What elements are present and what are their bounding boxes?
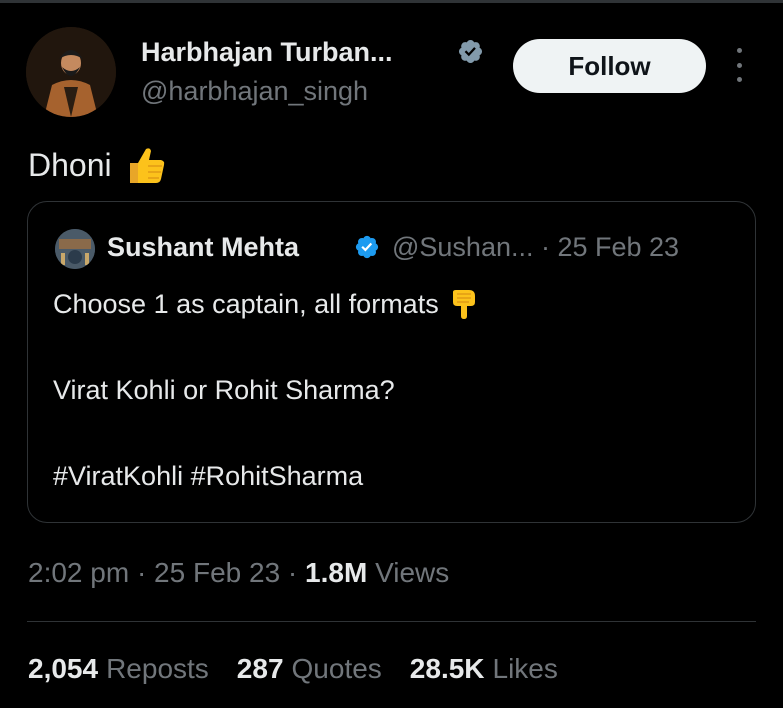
more-options-icon[interactable]	[728, 48, 750, 82]
quotes-count: 287	[236, 653, 284, 684]
tweet-time-date[interactable]: 2:02 pm · 25 Feb 23 ·	[28, 557, 305, 588]
author-name[interactable]: Harbhajan Turban...	[141, 37, 393, 68]
reposts-label: Reposts	[106, 653, 209, 684]
likes-stat[interactable]: 28.5K Likes	[410, 653, 558, 685]
quoted-tweet-card[interactable]: Sushant Mehta @Sushan... · 25 Feb 23 Cho…	[27, 201, 756, 523]
quotes-stat[interactable]: 287 Quotes	[237, 653, 382, 685]
reposts-count: 2,054	[28, 653, 99, 684]
quote-handle-time[interactable]: @Sushan... · 25 Feb 23	[392, 232, 679, 263]
quote-author-name[interactable]: Sushant Mehta	[107, 232, 299, 263]
quote-avatar[interactable]	[55, 229, 95, 269]
follow-button[interactable]: Follow	[513, 39, 706, 93]
quotes-label: Quotes	[291, 653, 382, 684]
top-divider	[0, 0, 783, 3]
tweet-meta: 2:02 pm · 25 Feb 23 · 1.8M Views	[28, 557, 449, 589]
verified-badge-icon	[458, 39, 483, 64]
divider	[27, 621, 756, 622]
views-count: 1.8M	[305, 557, 368, 588]
views-label: Views	[367, 557, 450, 588]
tweet-text-content: Dhoni	[28, 146, 112, 183]
likes-count: 28.5K	[409, 653, 485, 684]
reposts-stat[interactable]: 2,054 Reposts	[28, 653, 209, 685]
thumbs-up-emoji	[129, 148, 164, 183]
author-avatar[interactable]	[26, 27, 116, 117]
quote-line-2: Virat Kohli or Rohit Sharma?	[53, 375, 395, 405]
pointing-down-emoji	[452, 290, 475, 319]
quote-line-1-text: Choose 1 as captain, all formats	[53, 288, 439, 319]
tweet-text: Dhoni	[28, 143, 168, 187]
author-handle[interactable]: @harbhajan_singh	[141, 76, 368, 107]
likes-label: Likes	[492, 653, 558, 684]
quote-line-1: Choose 1 as captain, all formats	[53, 288, 479, 320]
quote-hashtags[interactable]: #ViratKohli #RohitSharma	[53, 461, 363, 492]
tweet-stats: 2,054 Reposts 287 Quotes 28.5K Likes	[28, 653, 586, 685]
verified-badge-icon	[355, 235, 379, 259]
